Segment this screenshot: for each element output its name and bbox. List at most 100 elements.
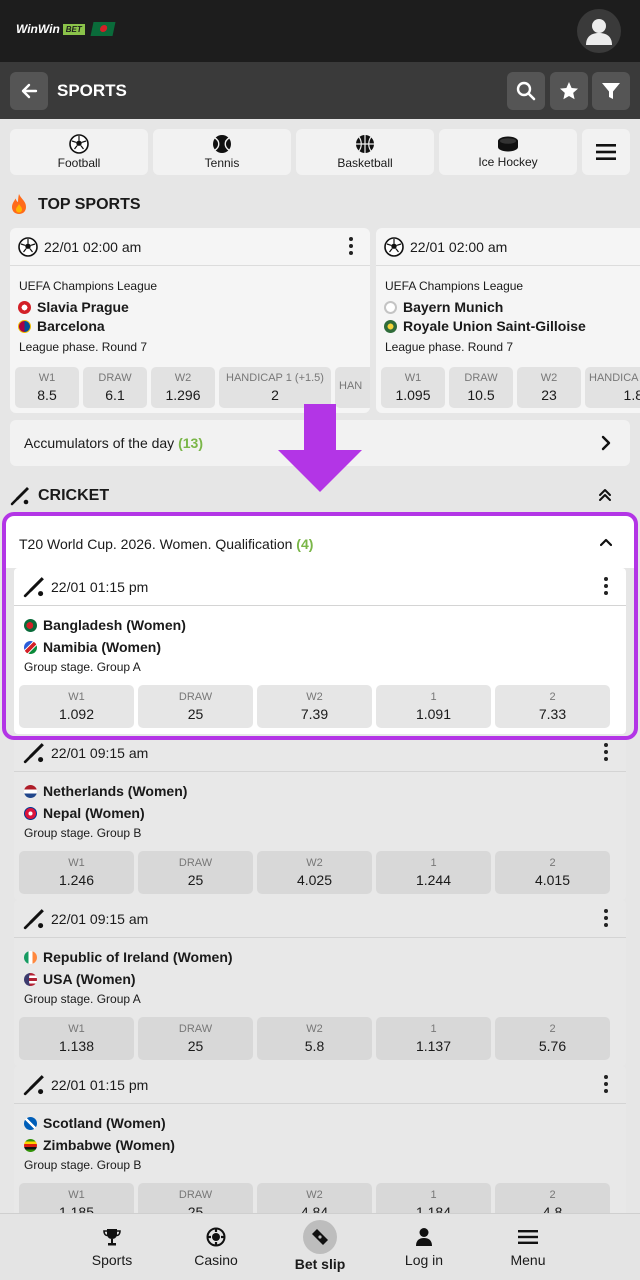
more-options-icon[interactable] [604, 909, 608, 927]
odd-label: 2 [549, 1189, 556, 1201]
top-match-card[interactable]: 22/01 02:00 am UEFA Champions League Bay… [376, 228, 640, 413]
chevrons-up-icon[interactable] [598, 488, 612, 502]
match-card[interactable]: 22/01 01:15 pm Bangladesh (Women) Namibi… [14, 568, 626, 734]
odd-button[interactable]: W2 5.8 [257, 1017, 372, 1060]
odds-row: W1 1.095 DRAW 10.5 W2 23 HANDICA 1.8 [381, 367, 640, 408]
hamburger-icon [596, 144, 616, 160]
stage-label: League phase. Round 7 [385, 340, 514, 354]
accumulators-count: (13) [178, 435, 203, 451]
nav-bet-slip[interactable]: Bet slip [270, 1214, 370, 1280]
team-name: Namibia (Women) [43, 639, 161, 655]
odd-label: W2 [306, 857, 323, 869]
odd-button[interactable]: DRAW 25 [138, 851, 253, 894]
odd-button[interactable]: 1 1.244 [376, 851, 491, 894]
nav-menu[interactable]: Menu [478, 1214, 578, 1280]
tab-football[interactable]: Football [10, 129, 148, 175]
match-card[interactable]: 22/01 01:15 pm Scotland (Women) Zimbabwe… [14, 1066, 626, 1232]
team-away: Nepal (Women) [24, 805, 145, 821]
odd-button[interactable]: W2 23 [517, 367, 581, 408]
stage-label: Group stage. Group B [24, 826, 142, 840]
odd-label: W1 [68, 857, 85, 869]
odd-button[interactable]: W1 1.246 [19, 851, 134, 894]
ireland-flag-icon [24, 950, 37, 964]
odd-button[interactable]: DRAW 10.5 [449, 367, 513, 408]
team-name: Royale Union Saint-Gilloise [403, 318, 586, 334]
star-icon [560, 82, 578, 100]
more-options-icon[interactable] [604, 1075, 608, 1093]
tab-ice-hockey[interactable]: Ice Hockey [439, 129, 577, 175]
odd-button[interactable]: DRAW 25 [138, 685, 253, 728]
odd-button[interactable]: W1 8.5 [15, 367, 79, 408]
nav-casino[interactable]: Casino [166, 1214, 266, 1280]
nav-sports[interactable]: Sports [62, 1214, 162, 1280]
odd-button[interactable]: W1 1.138 [19, 1017, 134, 1060]
odd-button[interactable]: DRAW 6.1 [83, 367, 147, 408]
tab-basketball-label: Basketball [337, 156, 393, 170]
odd-button[interactable]: W2 1.296 [151, 367, 215, 408]
back-button[interactable] [10, 72, 48, 110]
odd-label: W2 [306, 1189, 323, 1201]
odd-value: 8.5 [37, 387, 57, 403]
tab-tennis[interactable]: Tennis [153, 129, 291, 175]
namibia-flag-icon [24, 640, 37, 654]
odd-button[interactable]: HANDICA 1.8 [585, 367, 640, 408]
odd-value: 25 [187, 872, 204, 888]
top-match-card[interactable]: 22/01 02:00 am UEFA Champions League Sla… [10, 228, 370, 413]
nav-casino-label: Casino [194, 1252, 238, 1268]
odd-label: W2 [540, 372, 558, 384]
match-card-header: 22/01 09:15 am [14, 900, 626, 938]
odd-button[interactable]: DRAW 25 [138, 1017, 253, 1060]
match-time: 22/01 02:00 am [410, 238, 508, 255]
nav-bet-slip-label: Bet slip [294, 1256, 346, 1272]
match-card-header: 22/01 02:00 am [10, 228, 370, 266]
cricket-title: CRICKET [38, 487, 110, 504]
team-name: Barcelona [37, 318, 105, 334]
match-card[interactable]: 22/01 09:15 am Netherlands (Women) Nepal… [14, 734, 626, 900]
more-options-icon[interactable] [349, 237, 353, 255]
search-button[interactable] [507, 72, 545, 110]
odd-button[interactable]: W2 7.39 [257, 685, 372, 728]
filter-button[interactable] [592, 72, 630, 110]
odd-button[interactable]: 1 1.137 [376, 1017, 491, 1060]
championship-header[interactable]: T20 World Cup. 2026. Women. Qualificatio… [6, 516, 634, 568]
favorites-button[interactable] [550, 72, 588, 110]
team-home: Bayern Munich [384, 299, 503, 315]
logo[interactable]: WinWin BET [16, 22, 116, 36]
odd-button[interactable]: W1 1.095 [381, 367, 445, 408]
cricket-icon [10, 487, 29, 506]
all-sports-menu-button[interactable] [582, 129, 630, 175]
odd-value: 25 [187, 1038, 204, 1054]
profile-avatar-button[interactable] [577, 9, 621, 53]
tab-basketball[interactable]: Basketball [296, 129, 434, 175]
team-home: Scotland (Women) [24, 1115, 166, 1131]
odd-button[interactable]: 2 4.015 [495, 851, 610, 894]
match-card[interactable]: 22/01 09:15 am Republic of Ireland (Wome… [14, 900, 626, 1066]
arrow-down-icon [278, 404, 362, 492]
odd-label: HANDICA [589, 372, 639, 384]
odd-label: 2 [549, 1023, 556, 1035]
odd-button[interactable]: 2 5.76 [495, 1017, 610, 1060]
odd-button[interactable]: HAN [335, 367, 370, 408]
team-away: Barcelona [18, 318, 105, 334]
match-card-header: 22/01 09:15 am [14, 734, 626, 772]
odds-row: W1 1.138 DRAW 25 W2 5.8 1 1.137 2 5.76 [19, 1017, 610, 1060]
more-options-icon[interactable] [604, 577, 608, 595]
odd-button[interactable]: W2 4.025 [257, 851, 372, 894]
more-options-icon[interactable] [604, 743, 608, 761]
odd-button[interactable]: 2 7.33 [495, 685, 610, 728]
odd-button[interactable]: W1 1.092 [19, 685, 134, 728]
football-icon [69, 134, 89, 154]
odd-button[interactable]: 1 1.091 [376, 685, 491, 728]
odd-button[interactable]: HANDICAP 1 (+1.5) 2 [219, 367, 331, 408]
team-away: USA (Women) [24, 971, 136, 987]
ice-hockey-icon [498, 136, 518, 152]
championship-count: (4) [296, 536, 314, 552]
accumulators-label: Accumulators of the day (13) [24, 435, 203, 451]
team-name: Bayern Munich [403, 299, 504, 315]
championship-name: T20 World Cup. 2026. Women. Qualificatio… [19, 536, 293, 552]
basketball-icon [356, 135, 374, 153]
odd-label: W2 [306, 691, 323, 703]
team-home: Slavia Prague [18, 299, 129, 315]
odd-value: 5.76 [538, 1038, 567, 1054]
nav-log-in[interactable]: Log in [374, 1214, 474, 1280]
